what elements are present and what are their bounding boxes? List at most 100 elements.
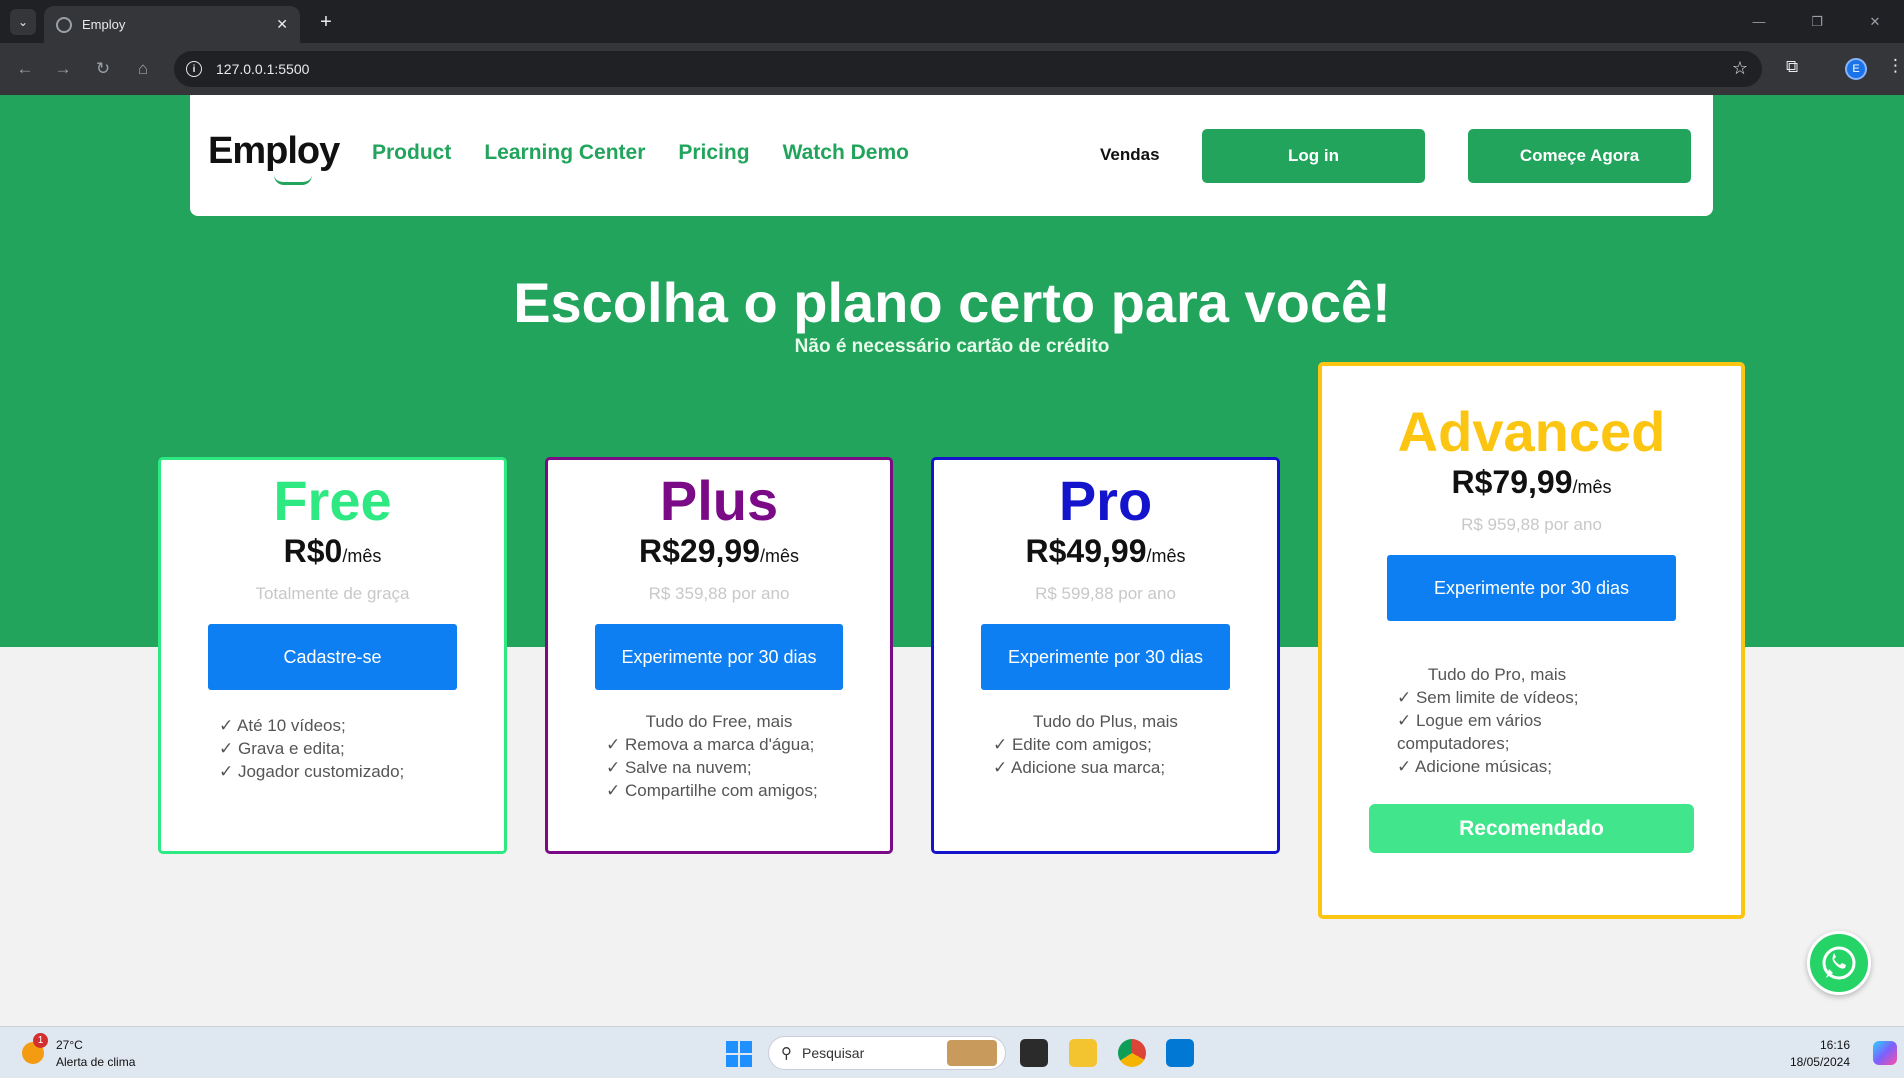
plan-features: Tudo do Free, mais ✓ Remova a marca d'ág… xyxy=(606,710,890,802)
feature-item: ✓ Compartilhe com amigos; xyxy=(606,781,818,800)
price-value: R$49,99 xyxy=(1025,533,1147,569)
features-intro: Tudo do Plus, mais xyxy=(1033,712,1178,731)
features-intro: Tudo do Pro, mais xyxy=(1427,665,1567,684)
site-navbar: Employ Product Learning Center Pricing W… xyxy=(190,95,1713,216)
logo-text: Employ xyxy=(208,130,340,172)
taskbar-search[interactable]: ⚲ Pesquisar xyxy=(768,1036,1006,1070)
plan-features: Tudo do Pro, mais ✓ Sem limite de vídeos… xyxy=(1397,663,1597,778)
vscode-icon[interactable] xyxy=(1166,1039,1194,1067)
vendas-link[interactable]: Vendas xyxy=(1100,145,1160,165)
plan-card-free: Free R$0/mês Totalmente de graça Cadastr… xyxy=(158,457,507,854)
plan-yearly: Totalmente de graça xyxy=(255,584,410,603)
close-icon[interactable]: ✕ xyxy=(276,16,288,33)
feature-item: ✓ Remova a marca d'água; xyxy=(606,735,815,754)
chevron-down-icon: ⌄ xyxy=(17,15,29,29)
price-period: /mês xyxy=(1572,477,1612,497)
feature-item: ✓ Adicione sua marca; xyxy=(993,758,1166,777)
whatsapp-icon[interactable] xyxy=(1807,931,1871,995)
nav-learning-center[interactable]: Learning Center xyxy=(484,141,645,165)
globe-icon xyxy=(56,16,72,33)
nav-product[interactable]: Product xyxy=(372,141,451,165)
plan-price: R$49,99/mês xyxy=(934,533,1277,570)
url-text[interactable]: 127.0.0.1:5500 xyxy=(216,61,309,77)
price-value: R$29,99 xyxy=(639,533,760,569)
clock-date: 18/05/2024 xyxy=(1789,1055,1850,1069)
price-period: /mês xyxy=(1146,546,1186,566)
file-explorer-icon[interactable] xyxy=(1069,1039,1097,1067)
page-subtitle: Não é necessário cartão de crédito xyxy=(794,336,1110,357)
plan-name: Advanced xyxy=(1397,400,1666,463)
feature-item: ✓ Salve na nuvem; xyxy=(606,758,752,777)
back-icon[interactable]: ← xyxy=(12,56,38,82)
features-intro: Tudo do Free, mais xyxy=(645,712,793,731)
nav-watch-demo[interactable]: Watch Demo xyxy=(783,141,909,165)
nav-links: Product Learning Center Pricing Watch De… xyxy=(372,141,942,165)
plan-name: Pro xyxy=(1058,469,1153,532)
feature-item: ✓ Jogador customizado; xyxy=(219,762,405,781)
start-button[interactable]: Começe Agora xyxy=(1468,129,1691,183)
reload-icon[interactable]: ↻ xyxy=(90,56,116,82)
trial-button[interactable]: Experimente por 30 dias xyxy=(1387,555,1676,621)
price-period: /mês xyxy=(342,546,382,566)
close-window-icon[interactable]: ✕ xyxy=(1846,0,1904,43)
trial-button[interactable]: Experimente por 30 dias xyxy=(595,624,843,690)
clock-time: 16:16 xyxy=(1819,1038,1850,1052)
page-title: Escolha o plano certo para você! xyxy=(513,271,1391,334)
weather-alert: Alerta de clima xyxy=(56,1055,136,1069)
task-view-icon[interactable] xyxy=(1020,1039,1048,1067)
price-period: /mês xyxy=(759,546,799,566)
restore-icon[interactable]: ❐ xyxy=(1788,0,1846,43)
windows-start-icon[interactable] xyxy=(726,1041,752,1067)
system-clock[interactable]: 16:16 18/05/2024 xyxy=(1764,1037,1850,1071)
price-value: R$79,99 xyxy=(1451,464,1573,500)
plan-price: R$79,99/mês xyxy=(1322,464,1741,501)
plan-features: Tudo do Plus, mais ✓ Edite com amigos; ✓… xyxy=(993,710,1277,779)
feature-item: ✓ Grava e edita; xyxy=(219,739,345,758)
bookmark-star-icon[interactable]: ☆ xyxy=(1732,58,1748,79)
browser-tab-bar: ⌄ Employ ✕ + — ❐ ✕ xyxy=(0,0,1904,43)
plan-price: R$0/mês xyxy=(161,533,504,570)
page-viewport: Employ Product Learning Center Pricing W… xyxy=(0,95,1904,1026)
weather-widget[interactable]: 27°C Alerta de clima xyxy=(56,1037,135,1071)
feature-item: ✓ Adicione músicas; xyxy=(1397,757,1553,776)
home-icon[interactable]: ⌂ xyxy=(130,56,156,82)
extensions-icon[interactable]: ⧉ xyxy=(1786,57,1798,77)
window-controls: — ❐ ✕ xyxy=(1730,0,1904,43)
recommended-badge: Recomendado xyxy=(1369,804,1694,853)
tab-search-button[interactable]: ⌄ xyxy=(10,9,36,35)
plan-price: R$29,99/mês xyxy=(548,533,890,570)
price-value: R$0 xyxy=(283,533,343,569)
windows-taskbar: 1 27°C Alerta de clima ⚲ Pesquisar 16:16… xyxy=(0,1026,1904,1078)
new-tab-button[interactable]: + xyxy=(312,8,340,36)
feature-item: ✓ Até 10 vídeos; xyxy=(219,716,346,735)
profile-avatar[interactable]: E xyxy=(1845,58,1867,80)
login-button[interactable]: Log in xyxy=(1202,129,1425,183)
browser-tab[interactable]: Employ ✕ xyxy=(44,6,300,43)
signup-button[interactable]: Cadastre-se xyxy=(208,624,457,690)
site-logo[interactable]: Employ xyxy=(208,130,340,185)
plan-yearly: R$ 599,88 por ano xyxy=(1035,584,1176,603)
search-highlight-image xyxy=(947,1040,997,1066)
plan-features: ✓ Até 10 vídeos; ✓ Grava e edita; ✓ Joga… xyxy=(219,714,504,783)
nav-pricing[interactable]: Pricing xyxy=(678,141,749,165)
tab-title: Employ xyxy=(82,17,126,32)
plan-card-pro: Pro R$49,99/mês R$ 599,88 por ano Experi… xyxy=(931,457,1280,854)
weather-badge: 1 xyxy=(33,1033,48,1048)
feature-item: ✓ Logue em vários computadores; xyxy=(1397,711,1542,753)
search-placeholder: Pesquisar xyxy=(802,1045,865,1061)
search-icon: ⚲ xyxy=(781,1045,792,1062)
forward-icon[interactable]: → xyxy=(50,56,76,82)
plan-card-advanced: Advanced R$79,99/mês R$ 959,88 por ano E… xyxy=(1318,362,1745,919)
plan-yearly: R$ 359,88 por ano xyxy=(648,584,790,603)
plan-card-plus: Plus R$29,99/mês R$ 359,88 por ano Exper… xyxy=(545,457,893,854)
chrome-icon[interactable] xyxy=(1118,1039,1146,1067)
trial-button[interactable]: Experimente por 30 dias xyxy=(981,624,1230,690)
copilot-icon[interactable] xyxy=(1873,1041,1897,1065)
browser-toolbar: ← → ↻ ⌂ i 127.0.0.1:5500 ☆ xyxy=(0,43,1904,95)
minimize-icon[interactable]: — xyxy=(1730,0,1788,43)
menu-kebab-icon[interactable]: ⋮ xyxy=(1887,56,1904,76)
site-info-icon[interactable]: i xyxy=(186,61,202,77)
plan-yearly: R$ 959,88 por ano xyxy=(1461,515,1602,534)
plan-name: Free xyxy=(273,469,392,532)
address-bar[interactable]: i 127.0.0.1:5500 ☆ xyxy=(174,51,1762,87)
